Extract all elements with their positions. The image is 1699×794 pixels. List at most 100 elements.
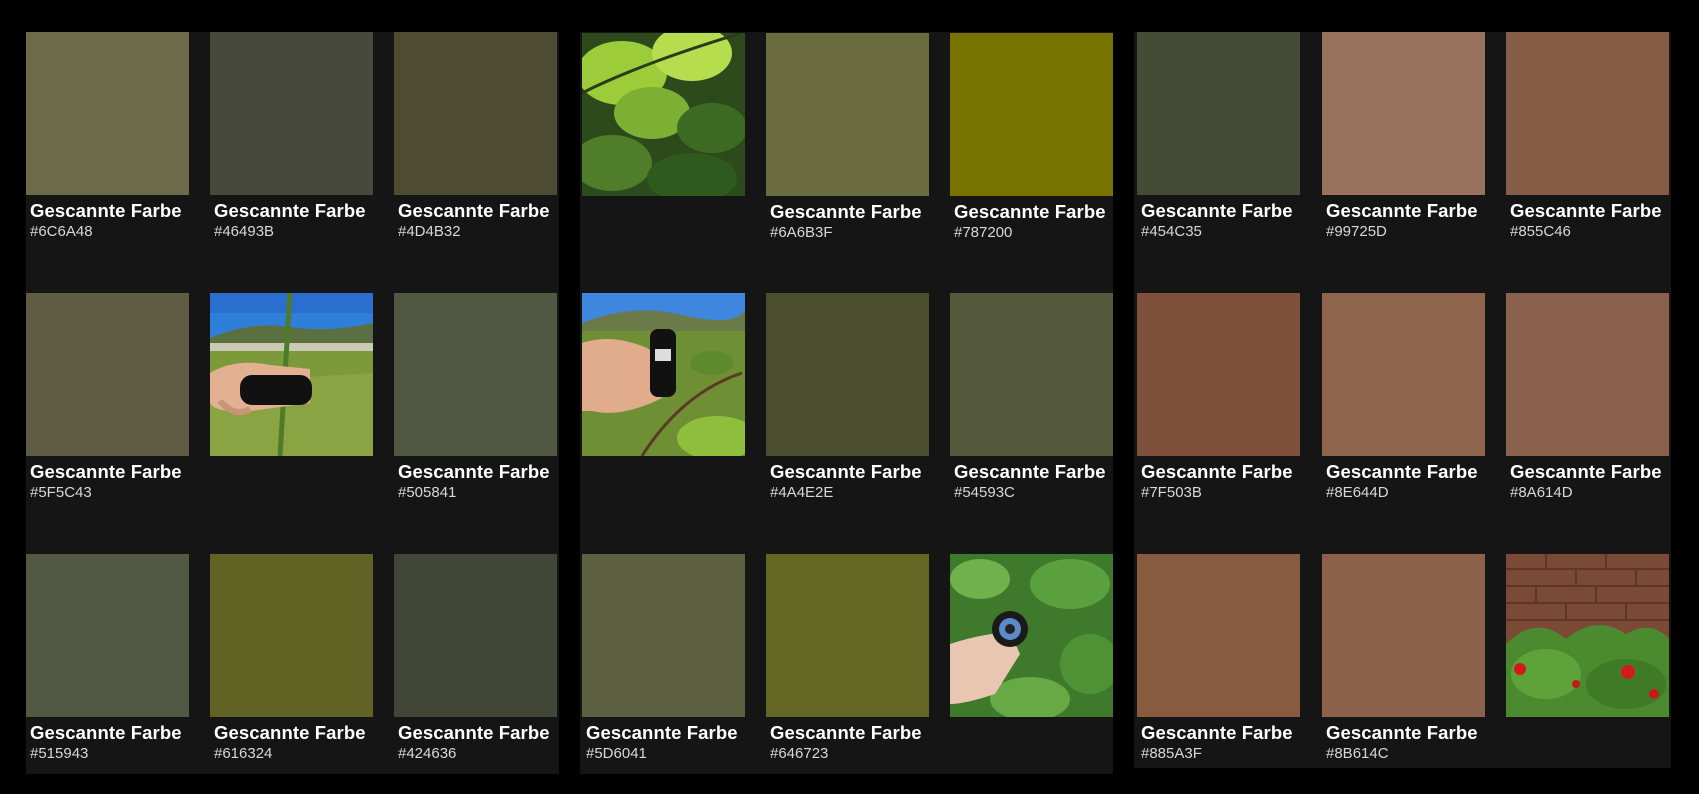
tile-title: Gescannte Farbe (1141, 461, 1293, 482)
photo-tile[interactable] (582, 33, 745, 253)
tile-title: Gescannte Farbe (30, 722, 182, 743)
color-tile[interactable]: Gescannte Farbe #505841 (394, 293, 557, 513)
tile-title: Gescannte Farbe (954, 201, 1106, 222)
tile-hex: #46493B (214, 223, 275, 240)
tile-hex: #8A614D (1510, 484, 1573, 501)
tile-title: Gescannte Farbe (770, 461, 922, 482)
tile-title: Gescannte Farbe (1510, 461, 1662, 482)
color-swatch (1322, 32, 1485, 195)
tile-hex: #8B614C (1326, 745, 1389, 762)
tile-title: Gescannte Farbe (1510, 200, 1662, 221)
color-swatch (1506, 293, 1669, 456)
color-tile[interactable]: Gescannte Farbe #6A6B3F (766, 33, 929, 253)
tile-hex: #5D6041 (586, 745, 647, 762)
color-swatch (950, 33, 1113, 196)
tile-title: Gescannte Farbe (1326, 461, 1478, 482)
tile-title: Gescannte Farbe (214, 722, 366, 743)
color-swatch (582, 554, 745, 717)
tile-hex: #5F5C43 (30, 484, 92, 501)
scan-panel-2: Gescannte Farbe #6A6B3F Gescannte Farbe … (580, 32, 1113, 774)
color-swatch (950, 293, 1113, 456)
color-tile[interactable]: Gescannte Farbe #855C46 (1506, 32, 1669, 252)
tile-hex: #454C35 (1141, 223, 1202, 240)
color-swatch (1137, 32, 1300, 195)
color-swatch (766, 293, 929, 456)
color-tile[interactable]: Gescannte Farbe #4A4E2E (766, 293, 929, 513)
tile-hex: #424636 (398, 745, 457, 762)
tile-title: Gescannte Farbe (214, 200, 366, 221)
photo-tile[interactable] (582, 293, 745, 513)
tile-hex: #515943 (30, 745, 89, 762)
color-swatch (26, 293, 189, 456)
color-swatch (766, 554, 929, 717)
photo-hand-scanner-field-icon (210, 293, 373, 456)
tile-title: Gescannte Farbe (398, 200, 550, 221)
photo-scanner-bush-icon (950, 554, 1113, 717)
scan-panel-3: Gescannte Farbe #454C35 Gescannte Farbe … (1134, 32, 1671, 768)
color-tile[interactable]: Gescannte Farbe #5D6041 (582, 554, 745, 774)
color-tile[interactable]: Gescannte Farbe #7F503B (1137, 293, 1300, 513)
color-swatch (1506, 32, 1669, 195)
tile-hex: #885A3F (1141, 745, 1202, 762)
color-tile[interactable]: Gescannte Farbe #616324 (210, 554, 373, 774)
tile-hex: #6C6A48 (30, 223, 93, 240)
tile-title: Gescannte Farbe (398, 722, 550, 743)
tile-hex: #855C46 (1510, 223, 1571, 240)
color-tile[interactable]: Gescannte Farbe #646723 (766, 554, 929, 774)
color-tile[interactable]: Gescannte Farbe #5F5C43 (26, 293, 189, 513)
tile-hex: #4A4E2E (770, 484, 834, 501)
tile-hex: #6A6B3F (770, 224, 833, 241)
tile-title: Gescannte Farbe (586, 722, 738, 743)
photo-brick-wall-roses-icon (1506, 554, 1669, 717)
color-tile[interactable]: Gescannte Farbe #454C35 (1137, 32, 1300, 252)
tile-hex: #4D4B32 (398, 223, 461, 240)
photo-leaves-icon (582, 33, 745, 196)
photo-tile[interactable] (950, 554, 1113, 774)
tile-title: Gescannte Farbe (30, 200, 182, 221)
color-swatch (210, 554, 373, 717)
color-tile[interactable]: Gescannte Farbe #6C6A48 (26, 32, 189, 252)
color-swatch (26, 32, 189, 195)
color-tile[interactable]: Gescannte Farbe #54593C (950, 293, 1113, 513)
color-tile[interactable]: Gescannte Farbe #4D4B32 (394, 32, 557, 252)
tile-title: Gescannte Farbe (770, 201, 922, 222)
tile-title: Gescannte Farbe (954, 461, 1106, 482)
color-swatch (394, 293, 557, 456)
tile-title: Gescannte Farbe (398, 461, 550, 482)
color-swatch (394, 32, 557, 195)
tile-hex: #99725D (1326, 223, 1387, 240)
color-tile[interactable]: Gescannte Farbe #8B614C (1322, 554, 1485, 774)
tile-title: Gescannte Farbe (30, 461, 182, 482)
color-swatch (1137, 293, 1300, 456)
tile-title: Gescannte Farbe (1326, 722, 1478, 743)
color-swatch (394, 554, 557, 717)
tile-hex: #8E644D (1326, 484, 1389, 501)
color-swatch (210, 32, 373, 195)
color-tile[interactable]: Gescannte Farbe #46493B (210, 32, 373, 252)
scan-panel-1: Gescannte Farbe #6C6A48 Gescannte Farbe … (26, 32, 559, 774)
color-swatch (1322, 554, 1485, 717)
tile-hex: #646723 (770, 745, 829, 762)
color-swatch (766, 33, 929, 196)
color-tile[interactable]: Gescannte Farbe #515943 (26, 554, 189, 774)
tile-title: Gescannte Farbe (1141, 200, 1293, 221)
tile-title: Gescannte Farbe (1326, 200, 1478, 221)
tile-title: Gescannte Farbe (1141, 722, 1293, 743)
color-tile[interactable]: Gescannte Farbe #787200 (950, 33, 1113, 253)
color-tile[interactable]: Gescannte Farbe #8E644D (1322, 293, 1485, 513)
tile-hex: #7F503B (1141, 484, 1202, 501)
color-tile[interactable]: Gescannte Farbe #99725D (1322, 32, 1485, 252)
color-swatch (1322, 293, 1485, 456)
tile-hex: #54593C (954, 484, 1015, 501)
color-tile[interactable]: Gescannte Farbe #885A3F (1137, 554, 1300, 774)
color-tile[interactable]: Gescannte Farbe #424636 (394, 554, 557, 774)
photo-tile[interactable] (1506, 554, 1669, 774)
color-swatch (1137, 554, 1300, 717)
color-tile[interactable]: Gescannte Farbe #8A614D (1506, 293, 1669, 513)
tile-hex: #505841 (398, 484, 457, 501)
color-swatch (26, 554, 189, 717)
tile-hex: #616324 (214, 745, 273, 762)
tile-hex: #787200 (954, 224, 1013, 241)
photo-hand-scanner-leaves-icon (582, 293, 745, 456)
photo-tile[interactable] (210, 293, 373, 513)
